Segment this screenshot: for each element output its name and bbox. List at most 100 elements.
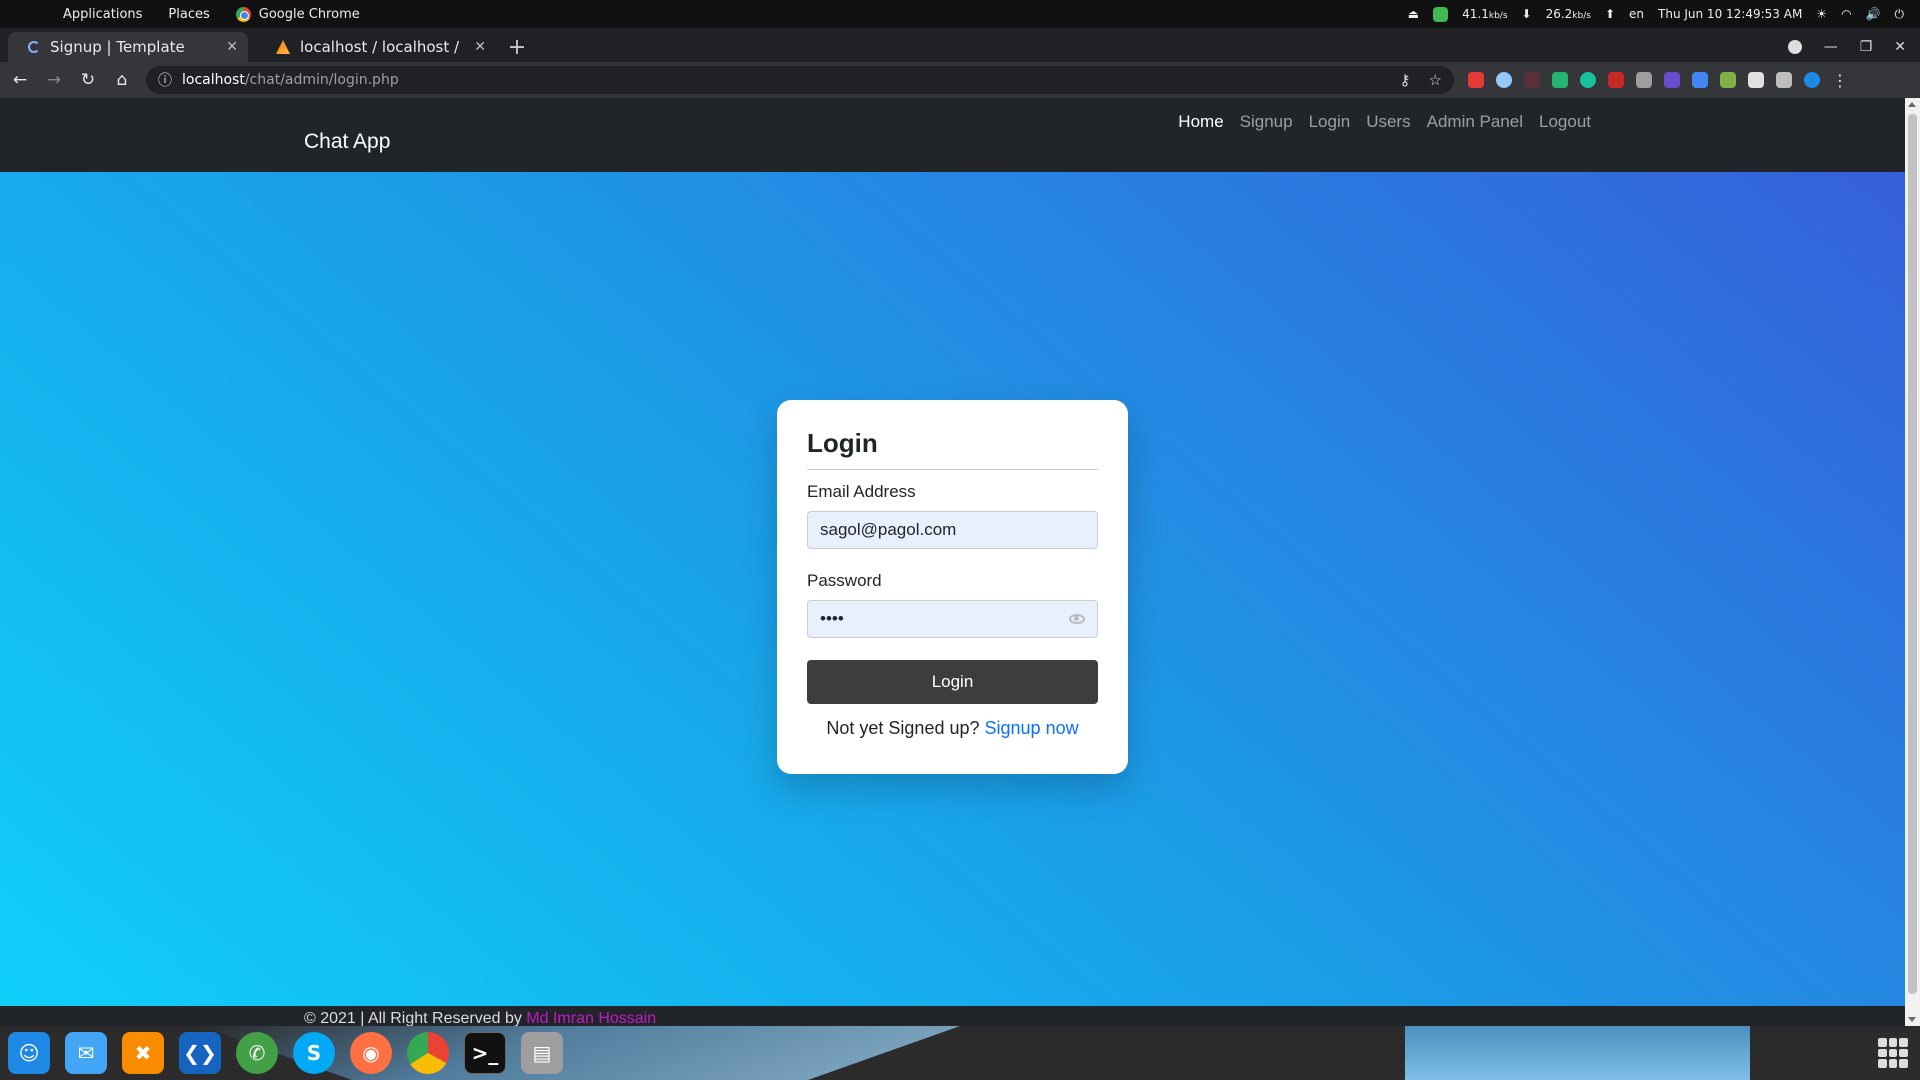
tab-title: Signup | Template <box>50 38 185 56</box>
window-controls: — ❐ ✕ <box>1787 32 1920 62</box>
extension-purple-icon[interactable] <box>1664 72 1680 88</box>
scroll-up-icon[interactable] <box>1908 102 1916 107</box>
tab-signup-template[interactable]: Signup | Template ✕ <box>8 32 248 62</box>
profile-avatar-icon[interactable] <box>1804 72 1820 88</box>
phpmyadmin-icon <box>276 40 290 54</box>
footer-author-link[interactable]: Md Imran Hossain <box>526 1010 656 1026</box>
dock: ☺ ✉ ✖ ❮❯ ✆ S ◉ >_ ▤ <box>0 1026 1920 1080</box>
wifi-icon[interactable]: ◠ <box>1841 7 1851 21</box>
mail-icon[interactable]: ✉ <box>65 1032 107 1074</box>
forward-icon[interactable]: → <box>44 70 64 90</box>
download-arrow-icon: ⬇ <box>1521 7 1532 21</box>
clock[interactable]: Thu Jun 10 12:49:53 AM <box>1658 7 1802 21</box>
extension-blue-circle-icon[interactable] <box>1496 72 1512 88</box>
site-footer: © 2021 | All Right Reserved by Md Imran … <box>0 1006 1905 1026</box>
extension-k-icon[interactable] <box>1524 72 1540 88</box>
net-up-value: 26.2 <box>1545 7 1573 21</box>
tab-search-icon[interactable] <box>1787 40 1802 54</box>
nav-signup[interactable]: Signup <box>1240 112 1293 132</box>
power-icon[interactable]: ⏻ <box>1895 7 1905 22</box>
nav-logout[interactable]: Logout <box>1539 112 1591 132</box>
signup-now-link[interactable]: Signup now <box>985 718 1079 738</box>
pen-extension-icon[interactable] <box>1748 72 1764 88</box>
puzzle-extensions-icon[interactable] <box>1776 72 1792 88</box>
net-down-readout: 41.1kb/s <box>1462 7 1507 21</box>
google-chrome-menu[interactable]: Google Chrome <box>223 6 373 22</box>
signup-prompt: Not yet Signed up? Signup now <box>807 718 1098 739</box>
shield-check-icon[interactable] <box>1433 6 1449 22</box>
nav-login[interactable]: Login <box>1309 112 1351 132</box>
home-icon[interactable]: ⌂ <box>112 70 132 90</box>
loading-spinner-icon <box>28 41 40 53</box>
tab-phpmyadmin[interactable]: localhost / localhost / cha ✕ <box>256 32 496 62</box>
close-tab-icon[interactable]: ✕ <box>226 39 238 55</box>
extensions-row: ⋮ <box>1468 71 1848 90</box>
signup-prompt-text: Not yet Signed up? <box>826 718 980 738</box>
password-field[interactable]: •••• <box>807 600 1098 638</box>
xampp-icon[interactable]: ✖ <box>122 1032 164 1074</box>
email-value: sagol@pagol.com <box>820 520 957 539</box>
site-navbar: Chat App Home Signup Login Users Admin P… <box>0 98 1905 172</box>
finder-icon[interactable]: ☺ <box>8 1032 50 1074</box>
nav-links: Home Signup Login Users Admin Panel Logo… <box>1178 112 1591 132</box>
extension-green-icon[interactable] <box>1552 72 1568 88</box>
scroll-down-icon[interactable] <box>1908 1017 1916 1022</box>
email-field[interactable]: sagol@pagol.com <box>807 511 1098 549</box>
places-menu[interactable]: Places <box>155 7 222 22</box>
tab-title: localhost / localhost / cha <box>300 38 464 56</box>
login-button[interactable]: Login <box>807 660 1098 704</box>
scrollbar-thumb[interactable] <box>1908 114 1917 994</box>
close-window-icon[interactable]: ✕ <box>1894 39 1906 55</box>
net-up-unit: kb/s <box>1572 11 1591 21</box>
key-icon[interactable]: ⚷ <box>1400 71 1411 89</box>
show-password-eye-icon[interactable] <box>1069 614 1085 624</box>
reload-icon[interactable]: ↻ <box>78 70 98 90</box>
password-label: Password <box>807 571 882 590</box>
dock-wallpaper-right <box>1405 1026 1750 1080</box>
download-extension-icon[interactable] <box>1720 72 1736 88</box>
grammarly-icon[interactable] <box>1580 72 1596 88</box>
browser-tab-strip: Signup | Template ✕ localhost / localhos… <box>0 28 1920 62</box>
bookmark-star-icon[interactable]: ☆ <box>1429 71 1442 89</box>
translate-icon[interactable] <box>1692 72 1708 88</box>
eject-icon[interactable]: ⏏ <box>1408 7 1419 21</box>
info-icon[interactable]: ⓘ <box>158 70 172 90</box>
skype-icon[interactable]: S <box>293 1032 335 1074</box>
footer-copyright: © 2021 | All Right Reserved by <box>304 1010 522 1026</box>
hero-background: Login Email Address sagol@pagol.com Pass… <box>0 172 1905 1006</box>
nav-users[interactable]: Users <box>1366 112 1410 132</box>
app-grid-icon[interactable] <box>1878 1038 1908 1068</box>
browser-menu-icon[interactable]: ⋮ <box>1832 71 1848 90</box>
back-icon[interactable]: ← <box>10 70 30 90</box>
disk-drive-icon[interactable]: ▤ <box>521 1032 563 1074</box>
applications-menu[interactable]: Applications <box>50 7 155 22</box>
url-path: /chat/admin/login.php <box>244 72 399 88</box>
nav-home[interactable]: Home <box>1178 112 1223 132</box>
site-brand[interactable]: Chat App <box>304 130 390 154</box>
password-value: •••• <box>820 609 844 628</box>
extension-gray-icon[interactable] <box>1636 72 1652 88</box>
url-host: localhost <box>182 72 245 88</box>
new-tab-button[interactable]: + <box>502 32 532 62</box>
brightness-icon[interactable]: ☀ <box>1816 7 1827 21</box>
restore-icon[interactable]: ❐ <box>1860 39 1873 55</box>
volume-icon[interactable]: 🔊 <box>1866 7 1881 21</box>
minimize-icon[interactable]: — <box>1824 39 1838 55</box>
chrome-dock-icon[interactable] <box>407 1032 449 1074</box>
vscode-icon[interactable]: ❮❯ <box>179 1032 221 1074</box>
system-top-bar: Applications Places Google Chrome ⏏ 41.1… <box>0 0 1920 28</box>
whatsapp-icon[interactable]: ✆ <box>236 1032 278 1074</box>
dock-items: ☺ ✉ ✖ ❮❯ ✆ S ◉ >_ ▤ <box>8 1032 563 1074</box>
firefox-icon[interactable]: ◉ <box>350 1032 392 1074</box>
keyboard-language[interactable]: en <box>1629 7 1644 21</box>
close-tab-icon[interactable]: ✕ <box>474 39 486 55</box>
gmail-extension-icon[interactable] <box>1608 72 1624 88</box>
login-card: Login Email Address sagol@pagol.com Pass… <box>777 400 1128 774</box>
chrome-icon <box>235 6 251 22</box>
email-label: Email Address <box>807 482 916 501</box>
address-bar[interactable]: ⓘ localhost/chat/admin/login.php ⚷ ☆ <box>146 66 1454 94</box>
nav-admin-panel[interactable]: Admin Panel <box>1427 112 1523 132</box>
page-scrollbar[interactable] <box>1905 98 1920 1026</box>
terminal-icon[interactable]: >_ <box>464 1032 506 1074</box>
extension-red-icon[interactable] <box>1468 72 1484 88</box>
